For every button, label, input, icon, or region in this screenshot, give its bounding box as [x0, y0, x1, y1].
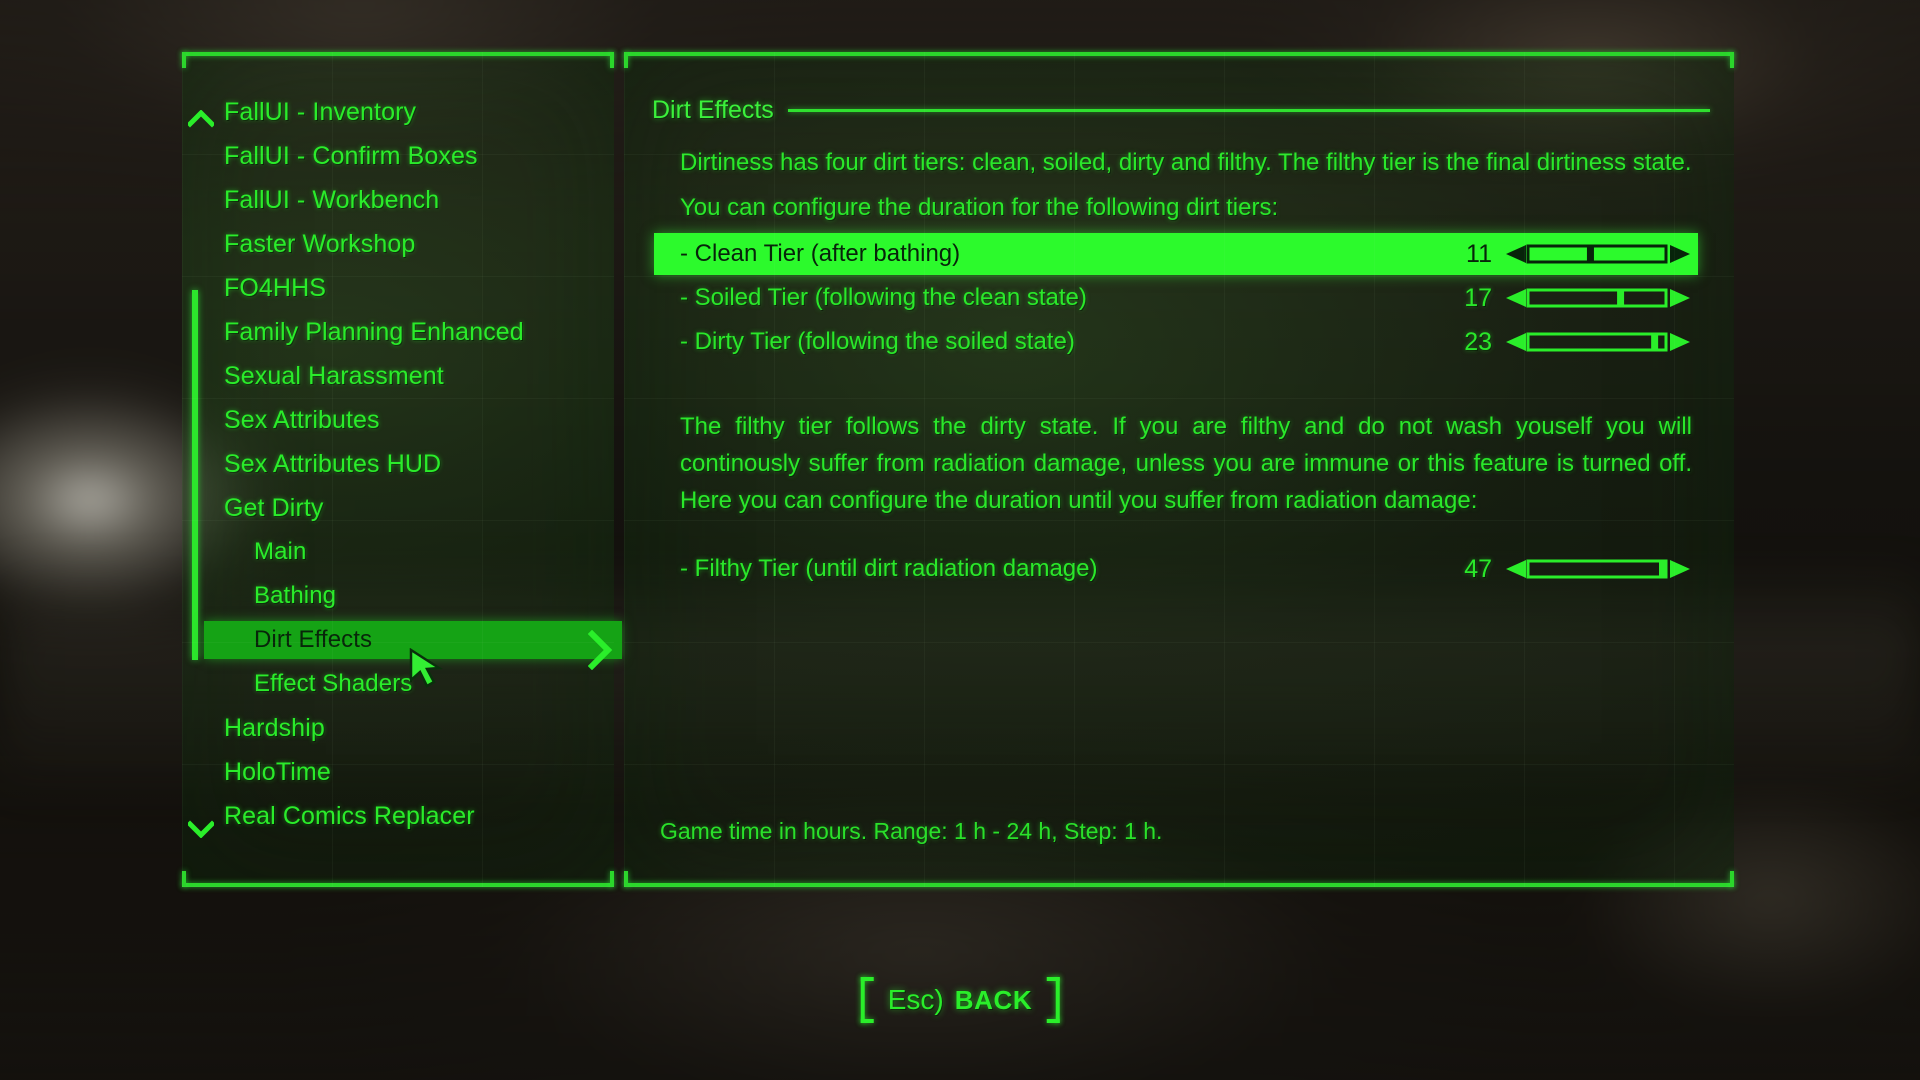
sidebar-item-sex-attributes-hud[interactable]: Sex Attributes HUD	[182, 442, 614, 486]
settings-content: Dirtiness has four dirt tiers: clean, so…	[654, 144, 1698, 591]
back-button-label: BACK	[954, 984, 1033, 1015]
dirt-tier-slider-group: - Clean Tier (after bathing) 11 - Soiled …	[654, 232, 1698, 364]
sidebar-item-hardship[interactable]: Hardship	[182, 706, 614, 750]
panel-bottom-rule	[182, 883, 614, 887]
settings-bottom-rule	[624, 883, 1734, 887]
back-button[interactable]: Esc) BACK	[857, 975, 1064, 1025]
sidebar-item-label: Faster Workshop	[224, 229, 416, 258]
sidebar-item-label: Dirt Effects	[254, 626, 373, 653]
settings-panel: Dirt Effects Dirtiness has four dirt tie…	[624, 52, 1734, 887]
slider-row[interactable]: - Clean Tier (after bathing) 11	[654, 232, 1698, 276]
sidebar-item-sex-attributes[interactable]: Sex Attributes	[182, 398, 614, 442]
description-paragraph-2: You can configure the duration for the f…	[680, 194, 1279, 221]
sidebar-item-label: Main	[254, 538, 307, 565]
panel-top-rule	[182, 52, 614, 56]
settings-hint: Game time in hours. Range: 1 h - 24 h, S…	[660, 818, 1163, 844]
section-title-rule	[787, 109, 1710, 112]
sidebar-item-label: Hardship	[224, 713, 325, 742]
slider-row[interactable]: - Soiled Tier (following the clean state…	[680, 276, 1692, 320]
sidebar-item-label: FO4HHS	[224, 273, 327, 302]
slider-row[interactable]: - Dirty Tier (following the soiled state…	[680, 320, 1692, 364]
slider-row[interactable]: - Filthy Tier (until dirt radiation dama…	[680, 547, 1692, 591]
sidebar-item-fallui-inventory[interactable]: FallUI - Inventory	[182, 90, 614, 134]
sidebar-item-sexual-harassment[interactable]: Sexual Harassment	[182, 354, 614, 398]
sidebar-item-effect-shaders[interactable]: Effect Shaders	[182, 662, 614, 706]
bracket-right-icon	[1043, 977, 1060, 1023]
sidebar-item-faster-workshop[interactable]: Faster Workshop	[182, 222, 614, 266]
slider-value: 11	[1466, 239, 1492, 268]
sidebar-item-bathing[interactable]: Bathing	[182, 574, 614, 618]
slider-control[interactable]	[1504, 556, 1692, 582]
panel-corner-bl	[182, 871, 186, 887]
mod-list: FallUI - Inventory FallUI - Confirm Boxes…	[182, 90, 622, 838]
sidebar-item-label: Sex Attributes	[224, 405, 380, 434]
slider-label: - Dirty Tier (following the soiled state…	[680, 328, 1075, 355]
sidebar-item-label: Sexual Harassment	[224, 361, 444, 390]
slider-value: 47	[1464, 554, 1492, 583]
sidebar-item-fo4hhs[interactable]: FO4HHS	[182, 266, 614, 310]
settings-top-rule	[624, 52, 1734, 56]
filthy-tier-slider-group: - Filthy Tier (until dirt radiation dama…	[680, 547, 1692, 591]
section-title: Dirt Effects	[652, 96, 774, 124]
back-button-key: Esc)	[887, 984, 944, 1015]
sidebar-item-label: Sex Attributes HUD	[224, 449, 442, 478]
sidebar-item-holotime[interactable]: HoloTime	[182, 750, 614, 794]
slider-control[interactable]	[1504, 285, 1692, 311]
sidebar-item-label: FallUI - Confirm Boxes	[224, 141, 478, 170]
content-spacer-2	[680, 521, 1692, 547]
bracket-left-icon	[860, 977, 877, 1023]
slider-label: - Filthy Tier (until dirt radiation dama…	[680, 555, 1098, 582]
mod-list-panel: FallUI - Inventory FallUI - Confirm Boxes…	[182, 52, 622, 887]
settings-corner-tl	[624, 52, 628, 68]
sidebar-item-fallui-confirm-boxes[interactable]: FallUI - Confirm Boxes	[182, 134, 614, 178]
slider-value: 17	[1464, 283, 1492, 312]
sidebar-item-get-dirty[interactable]: Get Dirty	[182, 486, 614, 530]
slider-label: - Clean Tier (after bathing)	[680, 240, 961, 267]
slider-label: - Soiled Tier (following the clean state…	[680, 284, 1087, 311]
slider-control[interactable]	[1504, 241, 1692, 267]
sidebar-item-label: FallUI - Inventory	[224, 97, 417, 126]
sidebar-item-label: Real Comics Replacer	[224, 801, 475, 830]
sidebar-item-label: HoloTime	[224, 757, 331, 786]
sidebar-item-label: FallUI - Workbench	[224, 185, 440, 214]
panel-corner-tr	[610, 52, 614, 68]
game-screen: FallUI - Inventory FallUI - Confirm Boxes…	[0, 0, 1920, 1080]
description-paragraph-1: Dirtiness has four dirt tiers: clean, so…	[680, 149, 1692, 176]
sidebar-item-dirt-effects[interactable]: Dirt Effects	[182, 618, 622, 662]
settings-corner-bl	[624, 871, 628, 887]
sidebar-item-label: Family Planning Enhanced	[224, 317, 524, 346]
slider-control[interactable]	[1504, 329, 1692, 355]
sidebar-item-fallui-workbench[interactable]: FallUI - Workbench	[182, 178, 614, 222]
settings-corner-br	[1730, 871, 1734, 887]
sidebar-item-real-comics-replacer[interactable]: Real Comics Replacer	[182, 794, 614, 838]
description-paragraph-3: The filthy tier follows the dirty state.…	[680, 413, 1692, 514]
panel-corner-tl	[182, 52, 186, 68]
panel-corner-br	[610, 871, 614, 887]
sidebar-item-label: Effect Shaders	[254, 670, 413, 697]
section-header: Dirt Effects	[652, 96, 1710, 125]
settings-corner-tr	[1730, 52, 1734, 68]
slider-value: 23	[1464, 327, 1492, 356]
sidebar-item-family-planning-enhanced[interactable]: Family Planning Enhanced	[182, 310, 614, 354]
sidebar-item-label: Bathing	[254, 582, 337, 609]
sidebar-item-main[interactable]: Main	[182, 530, 614, 574]
sidebar-item-label: Get Dirty	[224, 493, 324, 522]
